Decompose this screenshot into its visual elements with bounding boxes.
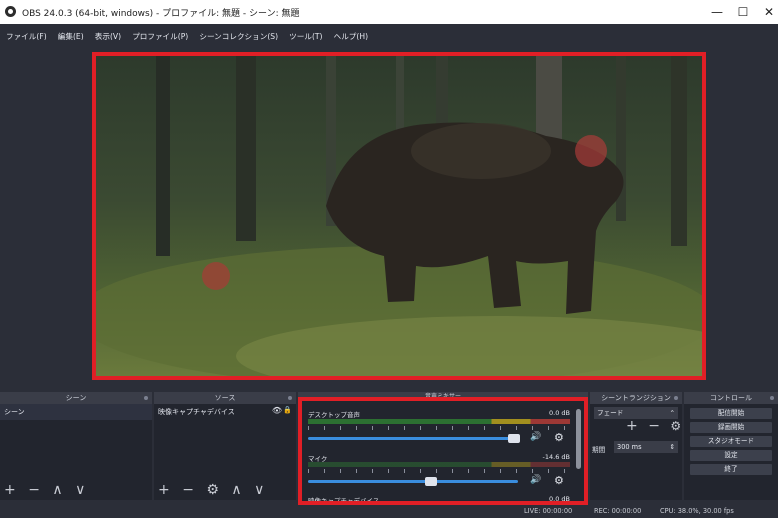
sources-panel: 映像キャプチャデバイス 👁 🔒 + − ⚙ ∧ ∨ [154,404,296,500]
sources-dock-title: ソース [214,394,236,402]
slider-knob[interactable] [508,434,520,443]
scene-list-item[interactable]: シーン [0,404,152,420]
meter-ticks [308,469,570,473]
remove-icon[interactable]: − [182,482,194,498]
duration-label: 期間 [592,446,606,454]
move-up-icon[interactable]: ∧ [52,482,62,498]
source-tools: + − ⚙ ∧ ∨ [158,482,272,498]
channel-name: デスクトップ音声 [308,411,360,419]
remove-icon[interactable]: − [28,482,40,498]
studio-mode-button[interactable]: スタジオモード [690,436,772,447]
duration-input[interactable]: 300 ms ⇕ [614,441,678,453]
source-name: 映像キャプチャデバイス [158,408,235,416]
add-icon[interactable]: + [4,482,16,498]
mixer-scrollbar[interactable] [576,409,581,469]
mixer-channel: 映像キャプチャデバイス 0.0 dB [308,495,570,505]
duration-value: 300 ms [617,443,642,451]
move-up-icon[interactable]: ∧ [231,482,241,498]
dock-menu-icon[interactable] [674,396,678,400]
scenes-panel: シーン + − ∧ ∨ [0,404,152,500]
scenes-dock-header: シーン [0,392,152,404]
bear-forest-image [96,56,702,376]
spinner-icon[interactable]: ⇕ [669,441,675,453]
move-down-icon[interactable]: ∨ [254,482,264,498]
gear-icon[interactable]: ⚙ [206,482,219,498]
dock-menu-icon[interactable] [770,396,774,400]
add-icon[interactable]: + [626,418,638,434]
transitions-panel: フェード ⌃ + − ⚙ 期間 300 ms ⇕ [590,404,682,500]
controls-dock-header: コントロール [684,392,778,404]
scenes-dock-title: シーン [65,394,87,402]
transition-select-value: フェード [597,409,624,417]
cpu-usage: CPU: 38.0%, 30.00 fps [660,507,734,515]
channel-db: 0.0 dB [549,495,570,503]
volume-slider[interactable] [308,477,518,486]
controls-dock-title: コントロール [710,394,752,402]
transition-tools: + − ⚙ [626,418,681,434]
menu-bar: ファイル(F) 編集(E) 表示(V) プロファイル(P) シーンコレクション(… [0,24,778,41]
add-icon[interactable]: + [158,482,170,498]
gear-icon[interactable]: ⚙ [554,431,564,444]
scene-tools: + − ∧ ∨ [4,482,93,498]
remove-icon[interactable]: − [648,418,660,434]
sources-dock-header: ソース [154,392,296,404]
channel-db: 0.0 dB [549,409,570,417]
exit-button[interactable]: 終了 [690,464,772,475]
transitions-dock-header: シーントランジション [590,392,682,404]
channel-db: -14.6 dB [542,453,570,461]
eye-icon[interactable]: 👁 [272,406,282,415]
title-bar: OBS 24.0.3 (64-bit, windows) - プロファイル: 無… [0,0,778,24]
speaker-icon[interactable]: 🔊 [530,475,541,485]
volume-meter [308,419,570,424]
meter-ticks [308,426,570,430]
mixer-channel: デスクトップ音声 0.0 dB [308,409,570,419]
start-recording-button[interactable]: 録画開始 [690,422,772,433]
live-time: LIVE: 00:00:00 [524,507,573,515]
transitions-dock-title: シーントランジション [601,394,671,402]
volume-meter [308,462,570,467]
slider-knob[interactable] [425,477,437,486]
gear-icon[interactable]: ⚙ [670,419,681,433]
start-streaming-button[interactable]: 配信開始 [690,408,772,419]
audio-mixer: デスクトップ音声 0.0 dB 🔊 ⚙ マイク -14.6 dB 🔊 ⚙ 映像キ… [298,397,588,505]
close-button[interactable]: ✕ [752,0,778,24]
dock-menu-icon[interactable] [144,396,148,400]
lock-icon[interactable]: 🔒 [283,406,292,414]
window-title: OBS 24.0.3 (64-bit, windows) - プロファイル: 無… [22,9,300,19]
source-list-item[interactable]: 映像キャプチャデバイス 👁 🔒 [154,404,296,420]
dock-menu-icon[interactable] [288,396,292,400]
controls-panel: 配信開始 録画開始 スタジオモード 設定 終了 [684,404,778,500]
channel-name: 映像キャプチャデバイス [308,497,380,505]
volume-slider[interactable] [308,434,520,443]
rec-time: REC: 00:00:00 [594,507,642,515]
status-bar: LIVE: 00:00:00 REC: 00:00:00 CPU: 38.0%,… [0,505,778,518]
obs-logo-icon [5,6,16,17]
preview-canvas[interactable] [92,52,706,380]
gear-icon[interactable]: ⚙ [554,474,564,487]
speaker-icon[interactable]: 🔊 [530,432,541,442]
move-down-icon[interactable]: ∨ [75,482,85,498]
settings-button[interactable]: 設定 [690,450,772,461]
